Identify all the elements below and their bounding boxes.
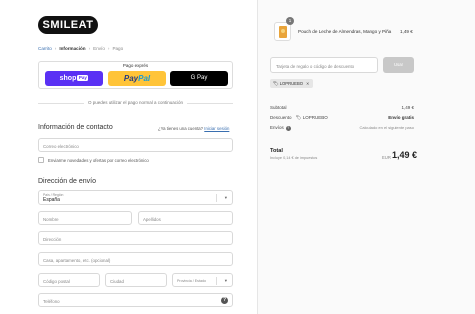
help-icon[interactable]: ? bbox=[221, 297, 228, 304]
breadcrumb-shipping: Envío bbox=[93, 46, 105, 51]
breadcrumb: Carrito › Información › Envío › Pago bbox=[38, 46, 123, 51]
express-checkout: Pago exprés shop Pay PayPal G Pay bbox=[38, 61, 233, 89]
login-prompt: ¿Ya tienes una cuenta? Iniciar sesión bbox=[158, 126, 229, 131]
tag-icon: 🏷 bbox=[295, 115, 302, 120]
shipping-value: Calculado en el siguiente paso bbox=[359, 125, 414, 130]
province-select[interactable]: Provincia / Estado ▾ bbox=[172, 273, 233, 287]
newsletter-label: Enviarme novedades y ofertas por correo … bbox=[48, 157, 149, 163]
shipping-label: Envíos bbox=[270, 125, 284, 130]
phone-placeholder: Teléfono bbox=[43, 298, 60, 304]
total-label: Total bbox=[270, 148, 283, 154]
country-select[interactable]: País / Región España ▾ bbox=[38, 190, 233, 205]
login-link[interactable]: Iniciar sesión bbox=[204, 126, 229, 131]
email-placeholder: Correo electrónico bbox=[43, 143, 79, 149]
postal-code-field[interactable]: Código postal bbox=[38, 273, 100, 287]
newsletter-checkbox[interactable] bbox=[38, 157, 44, 163]
login-question: ¿Ya tienes una cuenta? bbox=[158, 126, 204, 131]
address2-placeholder: Casa, apartamento, etc. (opcional) bbox=[43, 257, 111, 263]
breadcrumb-separator: › bbox=[88, 46, 91, 51]
shipping-row: Envíos? Calculado en el siguiente paso bbox=[270, 125, 414, 131]
breadcrumb-separator: › bbox=[107, 46, 110, 51]
city-placeholder: Ciudad bbox=[110, 278, 124, 284]
discount-code-input[interactable]: Tarjeta de regalo o código de descuento bbox=[270, 57, 378, 73]
paypal-label-b: Pal bbox=[138, 74, 151, 83]
subtotal-row: Subtotal 1,49 € bbox=[270, 105, 414, 110]
newsletter-checkbox-row[interactable]: Enviarme novedades y ofertas por correo … bbox=[38, 156, 233, 164]
discount-placeholder: Tarjeta de regalo o código de descuento bbox=[276, 63, 355, 69]
total-currency: EUR bbox=[382, 155, 391, 160]
close-icon[interactable]: ✕ bbox=[306, 81, 310, 86]
subtotal-label: Subtotal bbox=[270, 105, 287, 110]
last-name-field[interactable]: Apellidos bbox=[138, 211, 233, 225]
country-value: España bbox=[43, 197, 60, 203]
payment-divider: O puedes utilizar el pago normal a conti… bbox=[38, 100, 233, 105]
province-placeholder: Provincia / Estado bbox=[177, 279, 206, 283]
express-checkout-title: Pago exprés bbox=[122, 63, 149, 68]
brand-logo[interactable]: SMILEAT bbox=[38, 16, 98, 34]
shipping-heading: Dirección de envío bbox=[38, 178, 96, 185]
tag-icon: 🏷 bbox=[273, 81, 279, 86]
discount-row: Descuento 🏷 LOPRUEBO Envío gratis bbox=[270, 115, 414, 121]
divider-label: O puedes utilizar el pago normal a conti… bbox=[38, 100, 233, 105]
info-icon[interactable]: ? bbox=[285, 126, 291, 131]
shop-pay-label: shop bbox=[59, 75, 77, 82]
chevron-down-icon: ▾ bbox=[224, 195, 227, 200]
discount-label: Descuento bbox=[270, 115, 292, 120]
address2-field[interactable]: Casa, apartamento, etc. (opcional) bbox=[38, 252, 233, 266]
breadcrumb-info: Información bbox=[59, 46, 86, 51]
contact-heading: Información de contacto bbox=[38, 124, 113, 131]
total-tax-note: Incluye 0,14 € de impuestos bbox=[270, 156, 318, 160]
city-field[interactable]: Ciudad bbox=[105, 273, 167, 287]
google-pay-button[interactable]: G Pay bbox=[170, 71, 228, 86]
select-separator bbox=[216, 277, 217, 285]
breadcrumb-separator: › bbox=[54, 46, 57, 51]
shop-pay-button[interactable]: shop Pay bbox=[45, 71, 103, 86]
phone-field[interactable]: Teléfono ? bbox=[38, 293, 233, 307]
paypal-label-a: Pay bbox=[123, 74, 139, 83]
product-price: 1,49 € bbox=[400, 29, 413, 34]
email-field[interactable]: Correo electrónico bbox=[38, 138, 233, 152]
total-value: 1,49 € bbox=[392, 150, 418, 160]
quantity-badge: 1 bbox=[286, 17, 294, 25]
first-name-field[interactable]: Nombre bbox=[38, 211, 132, 225]
applied-discount-tag: 🏷LOPRUEBO ✕ bbox=[270, 79, 313, 88]
paypal-button[interactable]: PayPal bbox=[108, 71, 166, 86]
shop-pay-badge: Pay bbox=[77, 75, 89, 81]
address-placeholder: Dirección bbox=[43, 236, 62, 242]
last-name-placeholder: Apellidos bbox=[143, 216, 161, 222]
first-name-placeholder: Nombre bbox=[43, 216, 59, 222]
product-name: Pouch de Leche de Almendras, Mango y Piñ… bbox=[298, 29, 392, 34]
apply-discount-button[interactable]: Usar bbox=[383, 57, 414, 73]
discount-code: LOPRUEBO bbox=[302, 115, 328, 120]
divider-text: O puedes utilizar el pago normal a conti… bbox=[83, 100, 188, 105]
select-separator bbox=[216, 194, 217, 202]
discount-value: Envío gratis bbox=[388, 115, 414, 120]
product-pack-image bbox=[279, 26, 287, 38]
breadcrumb-cart[interactable]: Carrito bbox=[38, 46, 52, 51]
subtotal-value: 1,49 € bbox=[401, 105, 414, 110]
breadcrumb-payment: Pago bbox=[112, 46, 124, 51]
chevron-down-icon: ▾ bbox=[224, 278, 227, 283]
tag-code: LOPRUEBO bbox=[279, 81, 303, 86]
postal-code-placeholder: Código postal bbox=[43, 278, 70, 284]
address-field[interactable]: Dirección bbox=[38, 231, 233, 245]
